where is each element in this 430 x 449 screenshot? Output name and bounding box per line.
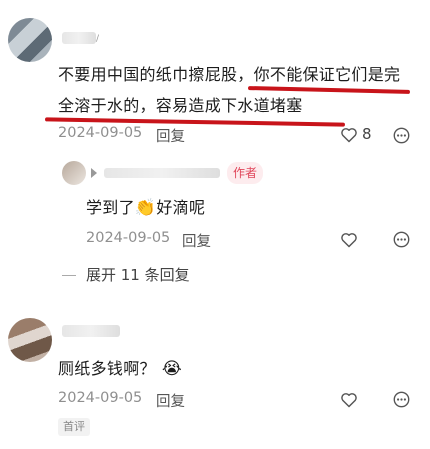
reply-button[interactable]: 回复: [156, 390, 185, 411]
heart-outline-icon[interactable]: [340, 392, 358, 408]
reply-button[interactable]: 回复: [182, 230, 211, 251]
reply-button[interactable]: 回复: [156, 125, 185, 146]
more-dots-icon[interactable]: [393, 231, 410, 248]
username-blurred[interactable]: [62, 325, 120, 337]
pen-icon: /: [96, 34, 100, 44]
comment-text-main: 厕纸多钱啊？: [58, 359, 156, 378]
reply-text-before: 学到了: [86, 198, 135, 217]
comment-date: 2024-09-05: [58, 125, 143, 141]
avatar[interactable]: [62, 161, 86, 185]
comment-date: 2024-09-05: [58, 390, 143, 406]
reply-text-after: 好滴呢: [156, 198, 206, 217]
clapping-hands-emoji: 👏: [134, 198, 157, 218]
author-badge: 作者: [227, 162, 264, 184]
heart-outline-icon[interactable]: [340, 127, 358, 143]
comment-text-line-2: 全溶于水的，容易造成下水道堵塞: [58, 96, 303, 115]
expand-replies-button[interactable]: 展开 11 条回复: [86, 264, 190, 285]
reply-arrow-icon: [91, 168, 97, 178]
crying-face-emoji: 😭: [161, 359, 182, 379]
username-blurred[interactable]: [104, 168, 220, 178]
more-dots-icon[interactable]: [393, 127, 410, 144]
avatar[interactable]: [8, 318, 52, 362]
reply-text: 学到了👏好滴呢: [86, 194, 205, 222]
expand-divider: [62, 275, 76, 276]
like-count: 8: [362, 125, 372, 143]
comment-date: 2024-09-05: [86, 230, 171, 246]
username-blurred[interactable]: [62, 32, 96, 44]
comment-text-line-1: 不要用中国的纸巾擦屁股，你不能保证它们是完: [58, 65, 401, 84]
comment-text: 厕纸多钱啊？ 😭: [58, 355, 182, 383]
heart-outline-icon[interactable]: [340, 232, 358, 248]
more-dots-icon[interactable]: [393, 391, 410, 408]
avatar[interactable]: [8, 18, 52, 62]
first-comment-badge: 首评: [58, 418, 90, 436]
